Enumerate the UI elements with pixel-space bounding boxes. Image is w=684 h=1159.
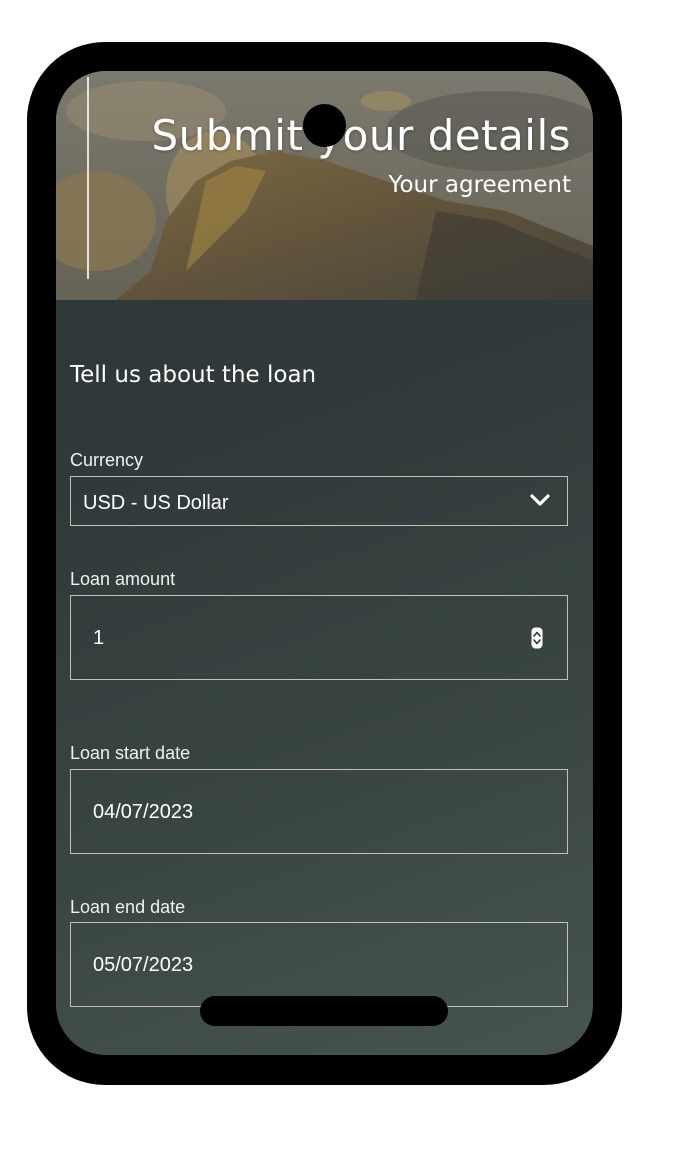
phone-frame: Submit your details Your agreement Tell … [27, 42, 622, 1085]
page-title: Submit your details [151, 111, 571, 160]
front-camera-notch [303, 104, 346, 147]
loan-amount-label: Loan amount [70, 569, 176, 589]
home-indicator-bar [200, 996, 448, 1026]
section-title: Tell us about the loan [70, 362, 317, 388]
loan-start-date-value: 04/07/2023 [93, 801, 194, 823]
currency-label: Currency [70, 450, 144, 470]
loan-end-date-input[interactable]: 05/07/2023 [70, 922, 568, 1007]
loan-end-date-label: Loan end date [70, 897, 186, 917]
chevron-down-icon [530, 494, 550, 506]
currency-select[interactable]: USD - US Dollar [70, 476, 568, 526]
loan-end-date-value: 05/07/2023 [93, 954, 194, 976]
currency-selected-value: USD - US Dollar [83, 492, 229, 514]
loan-start-date-input[interactable]: 04/07/2023 [70, 769, 568, 854]
loan-amount-value: 1 [93, 627, 105, 649]
loan-start-date-label: Loan start date [70, 743, 191, 763]
loan-amount-input[interactable]: 1 [70, 595, 568, 680]
app-screen: Submit your details Your agreement Tell … [56, 71, 593, 1055]
hero-accent-bar [87, 77, 89, 279]
page-subtitle: Your agreement [388, 172, 571, 198]
spinner-arrows-icon[interactable] [531, 627, 543, 649]
